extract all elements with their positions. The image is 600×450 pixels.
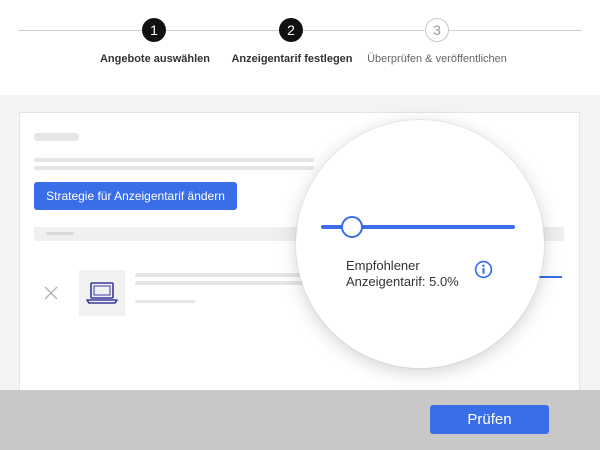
step-3-label: Überprüfen & veröffentlichen [367,53,507,65]
skeleton-heading [34,133,79,141]
skeleton-line [135,273,305,277]
listing-thumbnail [79,270,125,316]
info-icon[interactable] [474,260,493,279]
skeleton-line [34,158,314,162]
magnifier-lens [296,120,544,368]
review-button[interactable]: Prüfen [430,405,549,434]
recommended-rate-label: Empfohlener Anzeigentarif: 5.0% [346,258,459,289]
step-2-circle: 2 [279,18,303,42]
skeleton-line [46,232,74,235]
close-icon[interactable] [42,284,60,302]
ad-rate-slider-thumb[interactable] [341,216,363,238]
laptop-icon [86,282,118,304]
progress-stepper: 1 Angebote auswählen 2 Anzeigentarif fes… [0,0,600,95]
skeleton-line [135,281,305,285]
step-3-circle: 3 [425,18,449,42]
step-2-label: Anzeigentarif festlegen [231,53,353,65]
skeleton-line [34,166,314,170]
step-1-circle: 1 [142,18,166,42]
skeleton-line [135,300,195,303]
step-1-label: Angebote auswählen [99,53,211,65]
change-strategy-button[interactable]: Strategie für Anzeigentarif ändern [34,182,237,210]
